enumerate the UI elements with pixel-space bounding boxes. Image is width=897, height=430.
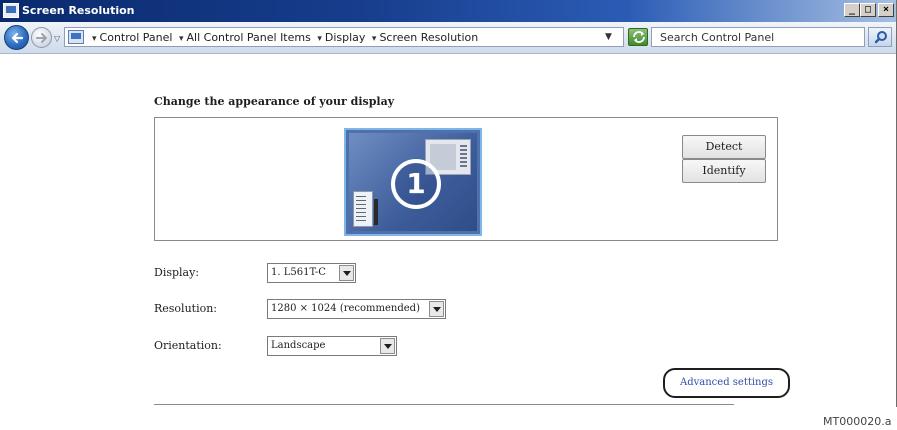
resolution-select[interactable]: 1280 × 1024 (recommended) [267, 299, 446, 319]
forward-button[interactable] [31, 27, 52, 48]
page-title: Change the appearance of your display [154, 95, 395, 108]
orientation-value: Landscape [271, 340, 326, 351]
advanced-settings-link[interactable]: Advanced settings [680, 377, 773, 388]
chevron-down-icon[interactable] [339, 265, 354, 281]
navigation-bar: ▽ ▾ Control Panel ▾ All Control Panel Item… [0, 22, 896, 54]
figure-reference-code: MT000020.a [823, 415, 892, 428]
breadcrumb-display[interactable]: Display [325, 31, 366, 44]
resolution-value: 1280 × 1024 (recommended) [271, 303, 420, 314]
chevron-down-icon[interactable]: ▾ [179, 34, 184, 44]
back-arrow-icon [11, 32, 24, 44]
display-value: 1. L561T-C [271, 267, 326, 278]
advanced-settings-highlight: Advanced settings [663, 368, 790, 398]
breadcrumb-control-panel[interactable]: Control Panel [100, 31, 173, 44]
breadcrumb-screen-resolution[interactable]: Screen Resolution [379, 31, 478, 44]
document-thumbnail-icon [353, 191, 373, 227]
orientation-select[interactable]: Landscape [267, 336, 397, 356]
search-button[interactable] [868, 27, 892, 47]
display-select[interactable]: 1. L561T-C [267, 263, 356, 283]
chevron-down-icon[interactable]: ▾ [372, 34, 377, 44]
maximize-button[interactable]: □ [860, 3, 876, 17]
search-placeholder: Search Control Panel [660, 31, 775, 44]
screen-resolution-window: Screen Resolution _ □ × ▽ ▾ Control Panel… [0, 0, 897, 407]
resolution-label: Resolution: [154, 302, 218, 315]
recent-pages-dropdown-icon[interactable]: ▽ [54, 34, 60, 43]
monitor-1-thumbnail[interactable]: 1 [344, 128, 482, 236]
minimize-button[interactable]: _ [844, 3, 860, 17]
divider [154, 404, 734, 405]
orientation-label: Orientation: [154, 339, 222, 352]
detect-button[interactable]: Detect [682, 135, 766, 159]
identify-button[interactable]: Identify [682, 159, 766, 183]
close-button[interactable]: × [878, 3, 894, 17]
chevron-down-icon[interactable]: ▾ [317, 34, 322, 44]
refresh-icon [633, 31, 645, 43]
search-icon [874, 31, 887, 44]
breadcrumb: ▾ Control Panel ▾ All Control Panel Items … [89, 30, 478, 47]
refresh-button[interactable] [628, 28, 648, 46]
back-button[interactable] [4, 25, 29, 50]
window-title: Screen Resolution [22, 4, 135, 17]
search-input[interactable]: Search Control Panel [651, 27, 865, 47]
chevron-down-icon[interactable]: ▾ [92, 34, 97, 44]
monitor-number: 1 [391, 159, 441, 209]
forward-arrow-icon [36, 33, 47, 43]
taskbar-thumbnail [374, 199, 378, 225]
control-panel-icon [3, 3, 19, 18]
chevron-down-icon[interactable] [380, 338, 395, 354]
main-content: Change the appearance of your display 1 … [0, 55, 896, 407]
title-bar[interactable]: Screen Resolution _ □ × [0, 0, 896, 22]
monitor-screen: 1 [349, 133, 477, 231]
control-panel-icon [68, 30, 84, 44]
chevron-down-icon[interactable] [429, 301, 444, 317]
address-bar[interactable]: ▾ Control Panel ▾ All Control Panel Items … [64, 27, 624, 47]
breadcrumb-all-items[interactable]: All Control Panel Items [187, 31, 311, 44]
display-preview-area: 1 Detect Identify [154, 117, 778, 241]
display-label: Display: [154, 266, 200, 279]
address-dropdown-icon[interactable]: ▼ [605, 32, 612, 42]
